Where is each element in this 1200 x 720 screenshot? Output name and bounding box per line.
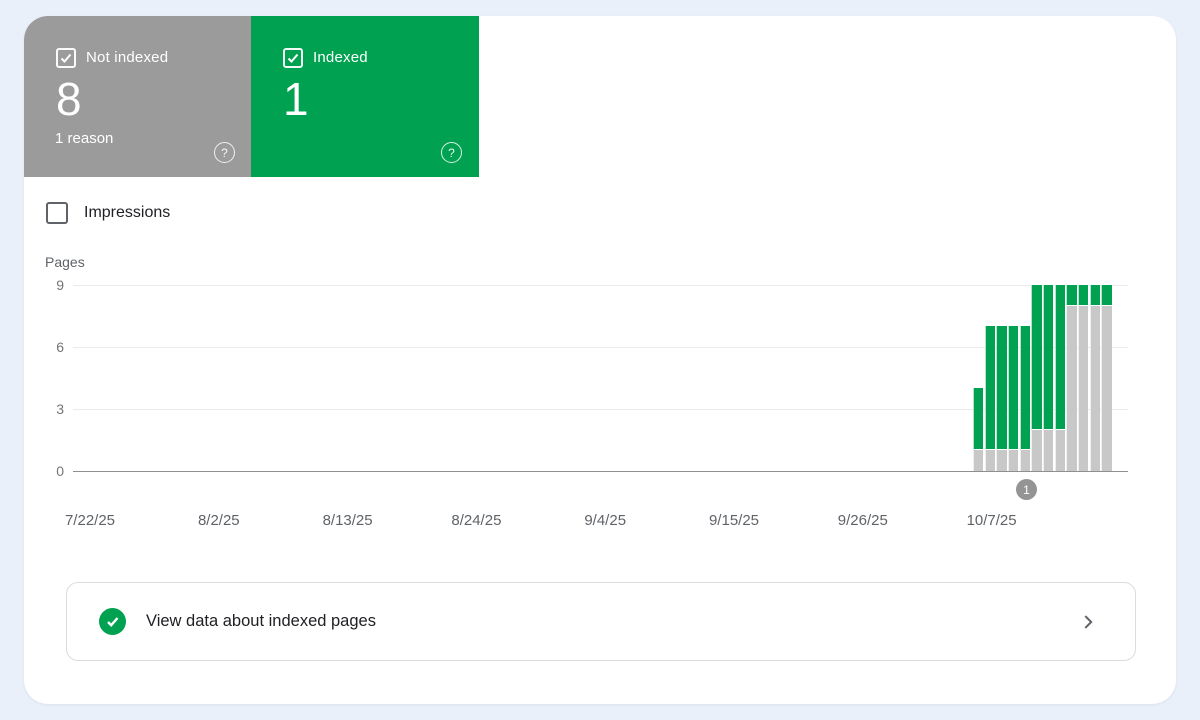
help-icon[interactable]: ? <box>441 142 462 163</box>
x-tick-label: 8/13/25 <box>322 512 373 529</box>
bar-segment-not-indexed[interactable] <box>996 450 1007 471</box>
bar-segment-not-indexed[interactable] <box>1031 429 1042 471</box>
x-tick-label: 9/15/25 <box>708 512 760 529</box>
view-indexed-pages-label: View data about indexed pages <box>146 612 376 630</box>
bar-segment-not-indexed[interactable] <box>1043 429 1054 471</box>
bar-segment-not-indexed[interactable] <box>1019 450 1031 471</box>
bar-segment-not-indexed[interactable] <box>1078 305 1089 471</box>
bar-segment-not-indexed[interactable] <box>1066 305 1077 471</box>
indexed-checkbox-icon[interactable] <box>283 48 303 68</box>
bar-segment-indexed[interactable] <box>1031 285 1042 430</box>
x-tick-label: 10/7/25 <box>966 512 1017 529</box>
bar-segment-indexed[interactable] <box>984 326 996 451</box>
gridline <box>73 409 1128 410</box>
bar-segment-indexed[interactable] <box>1008 326 1019 451</box>
not-indexed-label: Not indexed <box>86 49 169 66</box>
check-icon <box>107 617 119 627</box>
not-indexed-checkbox-icon[interactable] <box>56 48 76 68</box>
check-icon <box>60 53 72 63</box>
check-circle-icon <box>99 608 126 635</box>
bar-segment-indexed[interactable] <box>1078 285 1089 306</box>
bar-segment-not-indexed[interactable] <box>973 450 984 471</box>
y-tick-label: 0 <box>56 463 64 479</box>
x-tick-label: 8/2/25 <box>197 512 240 529</box>
bar-segment-indexed[interactable] <box>1043 285 1054 430</box>
gridline <box>73 347 1128 348</box>
x-tick-label: 7/22/25 <box>64 512 116 529</box>
bar-segment-indexed[interactable] <box>1066 285 1077 306</box>
y-tick-label: 6 <box>56 339 64 355</box>
help-icon[interactable]: ? <box>214 142 235 163</box>
bar-segment-not-indexed[interactable] <box>1008 450 1019 471</box>
page-indexing-panel: Not indexed 8 1 reason ? Indexed 1 ? Imp… <box>24 16 1176 704</box>
x-tick-label: 8/24/25 <box>451 512 502 529</box>
bar-segment-not-indexed[interactable] <box>1054 429 1066 471</box>
x-tick-label: 9/4/25 <box>584 512 627 529</box>
impressions-toggle-row[interactable]: Impressions <box>46 200 170 226</box>
annotation-marker-badge[interactable]: 1 <box>1016 479 1037 500</box>
x-tick-label: 9/26/25 <box>837 512 888 529</box>
gridline <box>73 285 1128 286</box>
bar-segment-indexed[interactable] <box>973 388 984 451</box>
x-axis-line <box>73 471 1128 472</box>
impressions-checkbox[interactable] <box>46 202 68 224</box>
bar-segment-indexed[interactable] <box>1054 285 1066 430</box>
bar-segment-not-indexed[interactable] <box>984 450 996 471</box>
bar-segment-indexed[interactable] <box>996 326 1007 451</box>
y-tick-label: 9 <box>56 277 64 293</box>
indexed-count: 1 <box>283 73 309 125</box>
bar-segment-not-indexed[interactable] <box>1101 305 1112 471</box>
y-tick-label: 3 <box>56 401 64 417</box>
bar-segment-indexed[interactable] <box>1089 285 1101 306</box>
indexed-label: Indexed <box>313 49 368 66</box>
not-indexed-reason-count: 1 reason <box>55 130 114 147</box>
bar-segment-indexed[interactable] <box>1101 285 1112 306</box>
view-indexed-pages-button[interactable]: View data about indexed pages <box>66 582 1136 661</box>
impressions-label: Impressions <box>84 204 171 221</box>
chevron-right-icon <box>1077 611 1099 633</box>
indexed-card[interactable]: Indexed 1 ? <box>251 16 479 177</box>
chart-y-axis-title: Pages <box>45 254 85 270</box>
bar-segment-not-indexed[interactable] <box>1089 305 1101 471</box>
bar-segment-indexed[interactable] <box>1019 326 1031 451</box>
not-indexed-count: 8 <box>56 73 82 125</box>
not-indexed-card[interactable]: Not indexed 8 1 reason ? <box>24 16 251 177</box>
check-icon <box>287 53 299 63</box>
